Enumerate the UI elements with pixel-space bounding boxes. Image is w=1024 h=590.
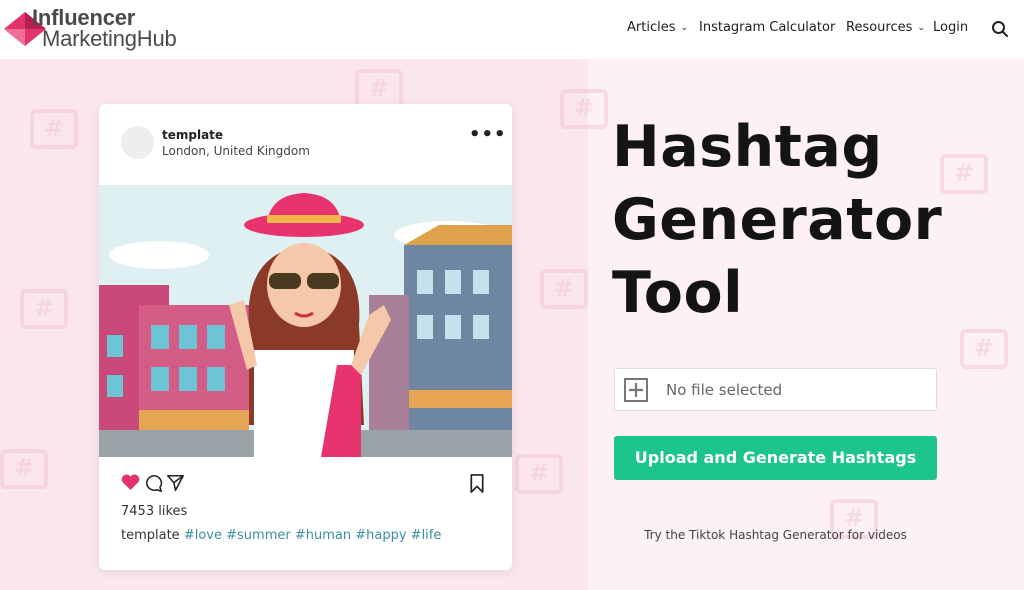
hashtag-bubble-icon: # (540, 269, 588, 309)
post-caption: template #love #summer #human #happy #li… (121, 528, 441, 543)
post-location: London, United Kingdom (162, 144, 310, 158)
nav-instagram-calculator-label: Instagram Calculator (699, 20, 836, 35)
post-username: template (162, 128, 224, 142)
comment-icon[interactable] (144, 474, 163, 492)
title-line-2: Generator (612, 187, 943, 253)
hashtag-bubble-icon: # (560, 89, 608, 129)
title-line-1: Hashtag (612, 114, 883, 180)
hashtag-link[interactable]: #love (184, 528, 222, 543)
hashtag-link[interactable]: #life (411, 528, 442, 543)
search-icon[interactable] (991, 20, 1009, 38)
add-file-icon[interactable] (624, 378, 648, 402)
hashtag-bubble-icon: # (515, 454, 563, 494)
heart-icon[interactable] (121, 474, 140, 491)
nav-resources[interactable]: Resources ⌄ (846, 20, 925, 35)
chevron-down-icon: ⌄ (680, 23, 689, 33)
hashtag-link[interactable]: #summer (226, 528, 291, 543)
file-input[interactable]: No file selected (614, 368, 937, 411)
nav-login[interactable]: Login (933, 20, 968, 35)
hashtag-link[interactable]: #happy (355, 528, 406, 543)
hashtag-bubble-icon: # (20, 289, 68, 329)
caption-username: template (121, 528, 180, 543)
hashtag-bubble-icon: # (355, 69, 403, 109)
hashtag-bubble-icon: # (30, 109, 78, 149)
logo-text-line2: MarketingHub (42, 26, 177, 51)
nav-resources-label: Resources (846, 20, 913, 35)
more-dots-icon[interactable]: ••• (469, 126, 507, 144)
share-icon[interactable] (166, 474, 185, 492)
site-logo[interactable]: Influencer MarketingHub (4, 4, 204, 54)
title-line-3: Tool (612, 260, 744, 326)
upload-generate-button[interactable]: Upload and Generate Hashtags (614, 436, 937, 480)
avatar (121, 126, 154, 159)
hashtag-link[interactable]: #human (295, 528, 351, 543)
nav-articles-label: Articles (627, 20, 676, 35)
bookmark-icon[interactable] (469, 474, 485, 493)
nav-instagram-calculator[interactable]: Instagram Calculator (699, 20, 835, 35)
post-actions (121, 474, 491, 494)
post-likes: 7453 likes (121, 504, 188, 519)
hero-section: # # # # # # # # # # template London, Uni… (0, 59, 1024, 590)
chevron-down-icon: ⌄ (917, 23, 925, 33)
hashtag-bubble-icon: # (0, 449, 48, 489)
post-image (99, 185, 512, 457)
file-input-status: No file selected (666, 381, 783, 399)
nav-login-label: Login (933, 20, 969, 35)
hashtag-bubble-icon: # (960, 329, 1008, 369)
tiktok-generator-link[interactable]: Try the Tiktok Hashtag Generator for vid… (614, 528, 937, 542)
nav-articles[interactable]: Articles ⌄ (627, 20, 688, 35)
page-title: Hashtag Generator Tool (612, 111, 1012, 330)
site-header: Influencer MarketingHub Articles ⌄ Instag… (0, 0, 1024, 59)
instagram-post-card: template London, United Kingdom ••• 7453… (99, 104, 512, 570)
